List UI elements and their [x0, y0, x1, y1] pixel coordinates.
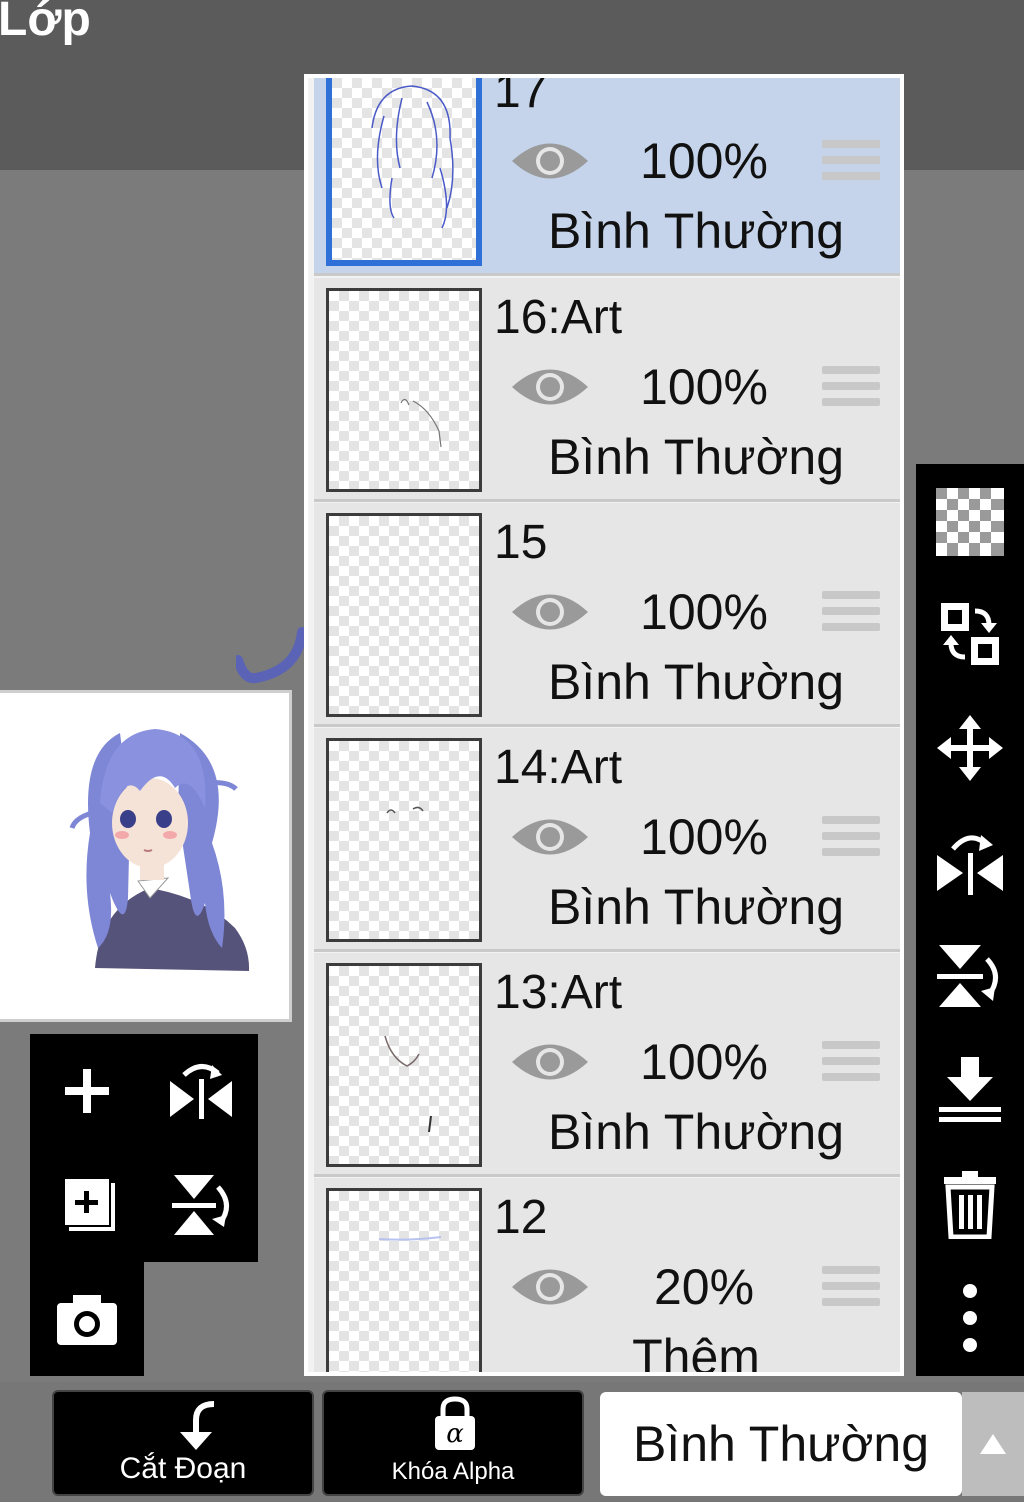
add-layer-button[interactable]: [30, 1034, 144, 1148]
svg-text:α: α: [446, 1419, 464, 1449]
merge-down-button[interactable]: [916, 1034, 1024, 1146]
camera-icon: [57, 1295, 117, 1345]
eye-icon[interactable]: [510, 812, 590, 862]
flip-vertical-button[interactable]: [916, 920, 1024, 1032]
layer-opacity[interactable]: 20%: [614, 1258, 794, 1316]
eye-icon[interactable]: [510, 136, 590, 186]
blend-mode-dropdown-button[interactable]: [962, 1392, 1024, 1496]
layer-row[interactable]: 16:Art 100% Bình Thường: [314, 278, 900, 502]
layer-opacity[interactable]: 100%: [614, 132, 794, 190]
add-layer-copy-icon: [65, 1179, 115, 1231]
layer-row[interactable]: 12 20% Thêm: [314, 1178, 900, 1376]
drag-handle-icon[interactable]: [822, 366, 880, 412]
layer-opacity[interactable]: 100%: [614, 583, 794, 641]
triangle-up-icon: [980, 1434, 1006, 1454]
layer-thumbnail[interactable]: [326, 513, 482, 717]
layer-name: 13:Art: [494, 966, 623, 1019]
flip-vertical-icon: [937, 945, 998, 1007]
layer-blend-mode: Bình Thường: [547, 429, 845, 485]
layer-thumbnail[interactable]: [326, 1188, 482, 1372]
layer-blend-mode: Bình Thường: [547, 1104, 845, 1160]
layer-name: 14:Art: [494, 741, 623, 794]
layer-name: 16:Art: [494, 291, 623, 344]
more-icon: [963, 1284, 977, 1352]
more-options-button[interactable]: [916, 1262, 1024, 1374]
layer-opacity[interactable]: 100%: [614, 1033, 794, 1091]
drag-handle-icon[interactable]: [822, 1041, 880, 1087]
eye-icon[interactable]: [510, 587, 590, 637]
layer-thumbnail[interactable]: [326, 78, 482, 266]
left-tool-panel-bottom: [30, 1262, 144, 1376]
layer-thumbnail[interactable]: [326, 288, 482, 492]
delete-layer-button[interactable]: [916, 1148, 1024, 1260]
swap-layers-button[interactable]: [916, 578, 1024, 690]
eye-icon[interactable]: [510, 1037, 590, 1087]
flip-horizontal-icon: [937, 835, 1003, 895]
layer-row[interactable]: 17 100% Bình Thường: [314, 74, 900, 276]
eye-icon[interactable]: [510, 362, 590, 412]
move-icon: [937, 715, 1003, 781]
clip-button[interactable]: Cắt Đoạn: [52, 1390, 314, 1496]
drag-handle-icon[interactable]: [822, 1266, 880, 1312]
character-illustration: [69, 729, 250, 971]
layer-opacity[interactable]: 100%: [614, 808, 794, 866]
layer-blend-mode: Bình Thường: [547, 203, 845, 259]
add-layer-copy-button[interactable]: [30, 1148, 144, 1262]
page-title: Lớp: [0, 0, 91, 46]
layer-opacity[interactable]: 100%: [614, 358, 794, 416]
merge-down-icon: [939, 1057, 1001, 1122]
add-layer-icon: [65, 1069, 109, 1113]
layer-blend-mode: Bình Thường: [547, 654, 845, 710]
flip-horizontal-icon: [170, 1064, 232, 1119]
flip-horizontal-button[interactable]: [916, 806, 1024, 918]
swap-layers-icon: [941, 603, 999, 665]
layer-row[interactable]: 13:Art 100% Bình Thường: [314, 953, 900, 1177]
drag-handle-icon[interactable]: [822, 140, 880, 186]
right-toolbar: [916, 464, 1024, 1376]
layer-thumbnail[interactable]: [326, 738, 482, 942]
layer-row[interactable]: 15 100% Bình Thường: [314, 503, 900, 727]
eye-icon[interactable]: [510, 1262, 590, 1312]
transparency-icon: [936, 488, 1004, 556]
alpha-lock-button[interactable]: α Khóa Alpha: [322, 1390, 584, 1496]
layer-name: 17: [494, 74, 548, 118]
transparency-button[interactable]: [916, 466, 1024, 578]
clip-label: Cắt Đoạn: [119, 1452, 247, 1485]
layer-name: 15: [494, 516, 548, 569]
flip-layer-vertical-button[interactable]: [144, 1148, 258, 1262]
alpha-lock-label: Khóa Alpha: [391, 1458, 515, 1485]
layer-blend-mode: Thêm: [632, 1329, 760, 1376]
canvas-preview[interactable]: [0, 690, 292, 1022]
flip-layer-horizontal-button[interactable]: [144, 1034, 258, 1148]
layers-panel[interactable]: 17 100% Bình Thường 16:Art 100% Bình Thư…: [304, 74, 904, 1376]
drag-handle-icon[interactable]: [822, 591, 880, 637]
left-tool-panel: [30, 1034, 258, 1262]
layer-thumbnail[interactable]: [326, 963, 482, 1167]
move-button[interactable]: [916, 692, 1024, 804]
lock-icon: α: [435, 1396, 475, 1450]
clip-arrow-icon: [180, 1401, 215, 1450]
flip-vertical-icon: [172, 1175, 229, 1235]
drag-handle-icon[interactable]: [822, 816, 880, 862]
camera-button[interactable]: [30, 1262, 144, 1376]
layer-row[interactable]: 14:Art 100% Bình Thường: [314, 728, 900, 952]
layer-name: 12: [494, 1191, 548, 1244]
layer-blend-mode: Bình Thường: [547, 879, 845, 935]
blend-mode-select[interactable]: Bình Thường: [600, 1392, 962, 1496]
trash-icon: [944, 1171, 996, 1239]
